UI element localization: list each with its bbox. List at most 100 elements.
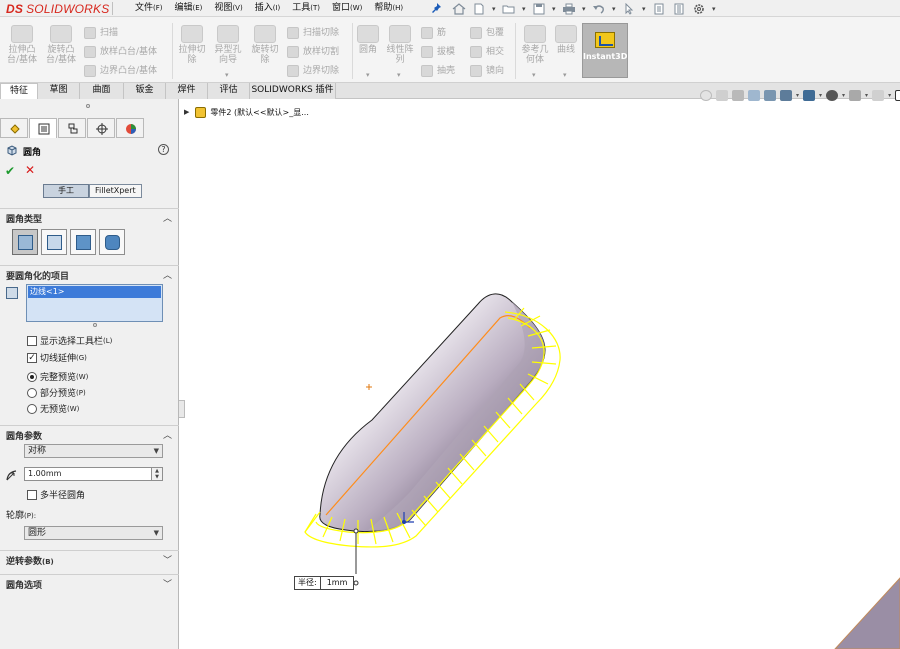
previous-view-icon[interactable] bbox=[732, 89, 744, 101]
view-orientation-dropdown-icon[interactable]: ▾ bbox=[796, 92, 799, 99]
draft-button[interactable]: 拔模 bbox=[421, 44, 455, 60]
hole-wizard-button[interactable]: 异型孔 向导 bbox=[211, 25, 245, 65]
multiple-radius-option[interactable]: 多半径圆角 bbox=[27, 488, 85, 501]
flyout-feature-tree[interactable]: ▶ 零件2 (默认<<默认>_显... bbox=[184, 106, 309, 118]
full-preview-radio[interactable] bbox=[27, 371, 37, 382]
manual-mode-button[interactable]: 手工 bbox=[43, 184, 89, 198]
loft-cut-button[interactable]: 放样切割 bbox=[287, 44, 339, 60]
edit-appearance-icon[interactable] bbox=[849, 89, 862, 101]
zoom-to-area-icon[interactable] bbox=[716, 89, 728, 101]
tab-surfaces[interactable]: 曲面 bbox=[80, 83, 124, 99]
curves-button[interactable]: 曲线 bbox=[554, 25, 578, 55]
filletxpert-mode-button[interactable]: FilletXpert bbox=[89, 184, 142, 198]
undo-dropdown-arrow-icon[interactable]: ▾ bbox=[612, 3, 618, 15]
options-gear-icon[interactable] bbox=[692, 3, 706, 15]
menu-help[interactable]: 帮助(H) bbox=[374, 0, 403, 17]
open-folder-icon[interactable] bbox=[502, 3, 516, 15]
tree-expand-arrow-icon[interactable]: ▶ bbox=[184, 108, 189, 116]
section-fillet-type-header[interactable]: 圆角类型 ︿ bbox=[0, 208, 179, 225]
no-preview-option[interactable]: 无预览 (W) bbox=[27, 402, 79, 415]
display-style-icon[interactable] bbox=[803, 89, 816, 101]
section-view-icon[interactable] bbox=[748, 89, 760, 101]
part-body[interactable] bbox=[319, 293, 546, 533]
fillet-method-select[interactable]: 对称 ▼ bbox=[24, 444, 163, 458]
reference-geometry-button[interactable]: 参考几 何体 bbox=[518, 25, 552, 65]
shell-button[interactable]: 抽壳 bbox=[421, 63, 455, 79]
display-style-dropdown-icon[interactable]: ▾ bbox=[819, 92, 822, 99]
menu-file[interactable]: 文件(F) bbox=[135, 0, 163, 17]
boundary-boss-button[interactable]: 边界凸台/基体 bbox=[84, 63, 157, 79]
edges-selection-box[interactable]: 边线<1> bbox=[26, 284, 163, 322]
apply-scene-icon[interactable] bbox=[872, 89, 885, 101]
reference-geometry-dropdown-icon[interactable]: ▾ bbox=[532, 71, 536, 79]
tab-evaluate[interactable]: 评估 bbox=[208, 83, 250, 99]
ok-button[interactable]: ✔ bbox=[5, 164, 15, 178]
radius-input[interactable]: 1.00mm bbox=[24, 467, 163, 481]
extrude-boss-button[interactable]: 拉伸凸 台/基体 bbox=[4, 25, 40, 65]
multiple-radius-checkbox[interactable] bbox=[27, 489, 37, 500]
linear-pattern-button[interactable]: 线性阵 列 bbox=[384, 25, 416, 65]
face-fillet-button[interactable] bbox=[70, 229, 96, 255]
profile-select[interactable]: 圆形 ▼ bbox=[24, 526, 163, 540]
solidworks-logo[interactable]: DS SOLIDWORKS bbox=[6, 1, 109, 16]
tab-display-manager[interactable] bbox=[116, 118, 144, 138]
panel-splitter-handle[interactable] bbox=[179, 400, 185, 418]
boundary-cut-button[interactable]: 边界切除 bbox=[287, 63, 339, 79]
menu-tools[interactable]: 工具(T) bbox=[292, 0, 320, 17]
section-fillet-parameters-header[interactable]: 圆角参数 ︿ bbox=[0, 425, 179, 442]
print-icon[interactable] bbox=[562, 3, 576, 15]
rebuild-icon[interactable] bbox=[652, 3, 666, 15]
tab-configuration-manager[interactable] bbox=[58, 118, 86, 138]
curves-dropdown-icon[interactable]: ▾ bbox=[563, 71, 567, 79]
section-items-to-fillet-header[interactable]: 要圆角化的项目 ︿ bbox=[0, 265, 179, 282]
list-resize-grip[interactable] bbox=[93, 323, 97, 327]
selected-edge[interactable] bbox=[325, 315, 531, 516]
full-preview-option[interactable]: 完整预览 (W) bbox=[27, 370, 88, 383]
partial-preview-radio[interactable] bbox=[27, 387, 37, 398]
scene-dropdown-icon[interactable]: ▾ bbox=[888, 92, 891, 99]
revolve-cut-button[interactable]: 旋转切 除 bbox=[248, 25, 282, 65]
help-icon[interactable]: ? bbox=[158, 144, 169, 155]
wrap-button[interactable]: 包覆 bbox=[470, 25, 504, 41]
mirror-button[interactable]: 镜向 bbox=[470, 63, 504, 79]
show-selection-toolbar-checkbox[interactable] bbox=[27, 335, 37, 346]
tab-feature-manager[interactable] bbox=[0, 118, 28, 138]
sweep-button[interactable]: 扫描 bbox=[84, 25, 118, 41]
tab-weldments[interactable]: 焊件 bbox=[166, 83, 208, 99]
fillet-button[interactable]: 圆角 bbox=[355, 25, 381, 55]
cancel-button[interactable]: ✕ bbox=[25, 163, 35, 177]
save-icon[interactable] bbox=[532, 3, 546, 15]
no-preview-radio[interactable] bbox=[27, 403, 37, 414]
section-setback-parameters-header[interactable]: 逆转参数(B) ﹀ bbox=[0, 550, 179, 567]
hide-show-items-icon[interactable] bbox=[826, 89, 839, 101]
tab-solidworks-addins[interactable]: SOLIDWORKS 插件 bbox=[250, 83, 336, 99]
menu-window[interactable]: 窗口(W) bbox=[332, 0, 362, 17]
radius-callout[interactable]: 半径: 1mm bbox=[294, 576, 355, 590]
menu-edit[interactable]: 编辑(E) bbox=[175, 0, 203, 17]
section-fillet-options-header[interactable]: 圆角选项 ﹀ bbox=[0, 574, 179, 591]
open-dropdown-arrow-icon[interactable]: ▾ bbox=[522, 3, 528, 15]
tab-sketch[interactable]: 草图 bbox=[38, 83, 80, 99]
loft-boss-button[interactable]: 放样凸台/基体 bbox=[84, 44, 157, 60]
rib-button[interactable]: 筋 bbox=[421, 25, 446, 41]
pin-icon[interactable] bbox=[430, 2, 442, 14]
zoom-to-fit-icon[interactable] bbox=[700, 89, 712, 101]
radius-spinner[interactable]: ▲ ▼ bbox=[151, 467, 163, 481]
hole-wizard-dropdown-icon[interactable]: ▾ bbox=[225, 71, 229, 79]
tab-dimxpert-manager[interactable] bbox=[87, 118, 115, 138]
view-settings-monitor-icon[interactable] bbox=[895, 89, 900, 101]
menu-insert[interactable]: 插入(I) bbox=[255, 0, 281, 17]
show-selection-toolbar-option[interactable]: 显示选择工具栏 (L) bbox=[27, 334, 112, 347]
tab-property-manager[interactable] bbox=[29, 118, 57, 138]
tab-features[interactable]: 特征 bbox=[0, 83, 38, 99]
revolve-boss-button[interactable]: 旋转凸 台/基体 bbox=[42, 25, 80, 65]
variable-size-fillet-button[interactable] bbox=[41, 229, 67, 255]
view-orientation-icon[interactable] bbox=[780, 89, 792, 101]
select-pointer-icon[interactable] bbox=[622, 2, 636, 15]
new-document-icon[interactable] bbox=[472, 3, 486, 15]
undo-icon[interactable] bbox=[592, 3, 606, 15]
sweep-cut-button[interactable]: 扫描切除 bbox=[287, 25, 339, 41]
panel-resize-grip[interactable] bbox=[86, 104, 90, 108]
constant-size-fillet-button[interactable] bbox=[12, 229, 38, 255]
options-dropdown-arrow-icon[interactable]: ▾ bbox=[712, 3, 718, 15]
